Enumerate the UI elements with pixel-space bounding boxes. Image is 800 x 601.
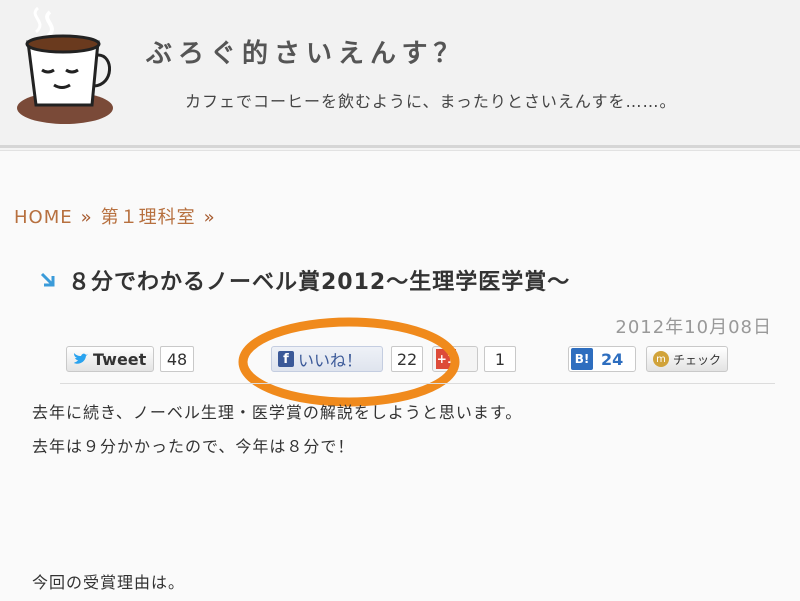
site-header: ぶろぐ的さいえんす？ カフェでコーヒーを飲むように、まったりとさいえんすを……。 [0, 0, 800, 148]
google-plus-icon: +1 [436, 349, 456, 369]
facebook-icon: f [278, 351, 294, 367]
post-title-text: ８分でわかるノーベル賞2012〜生理学医学賞〜 [68, 270, 571, 295]
facebook-like-button[interactable]: f いいね！ [271, 346, 383, 372]
hatena-bookmark-button[interactable]: B! 24 [568, 346, 636, 372]
check-label: チェック [673, 352, 722, 367]
breadcrumb-category-link[interactable]: 第１理科室 [101, 207, 196, 228]
post-paragraph: 去年は９分かかったので、今年は８分で！ [32, 437, 355, 456]
hatena-count: 24 [601, 349, 624, 369]
gplus-count: 1 [484, 346, 516, 372]
like-label: いいね！ [298, 351, 363, 370]
mixi-check-button[interactable]: m チェック [646, 346, 728, 372]
tweet-count: 48 [160, 346, 194, 372]
post-paragraph: 去年に続き、ノーベル生理・医学賞の解説をしようと思います。 [32, 403, 523, 422]
breadcrumb: HOME » 第１理科室 » [14, 203, 224, 229]
site-title[interactable]: ぶろぐ的さいえんす？ [146, 33, 465, 70]
site-tagline: カフェでコーヒーを飲むように、まったりとさいえんすを……。 [185, 92, 677, 111]
breadcrumb-separator: » [80, 207, 93, 228]
social-buttons: Tweet 48 f いいね！ 22 +1 1 B! 24 m チェック [66, 346, 766, 376]
tweet-label: Tweet [93, 349, 147, 369]
arrow-down-right-icon [40, 272, 55, 287]
coffee-cup-logo[interactable] [10, 0, 115, 130]
google-plus-one-button[interactable]: +1 [432, 346, 478, 372]
post-date: 2012年10月08日 [615, 317, 772, 338]
like-count: 22 [391, 346, 423, 372]
tweet-button[interactable]: Tweet [66, 346, 154, 372]
main-content: HOME » 第１理科室 » ８分でわかるノーベル賞2012〜生理学医学賞〜 2012… [0, 150, 800, 601]
breadcrumb-home-link[interactable]: HOME [14, 207, 73, 228]
mixi-icon: m [653, 351, 669, 367]
hatena-bookmark-icon: B! [571, 348, 593, 370]
divider [60, 383, 775, 384]
post-paragraph: 今回の受賞理由は。 [32, 573, 186, 592]
post-title: ８分でわかるノーベル賞2012〜生理学医学賞〜 [38, 264, 570, 296]
twitter-bird-icon [74, 353, 88, 364]
breadcrumb-separator: » [203, 207, 216, 228]
